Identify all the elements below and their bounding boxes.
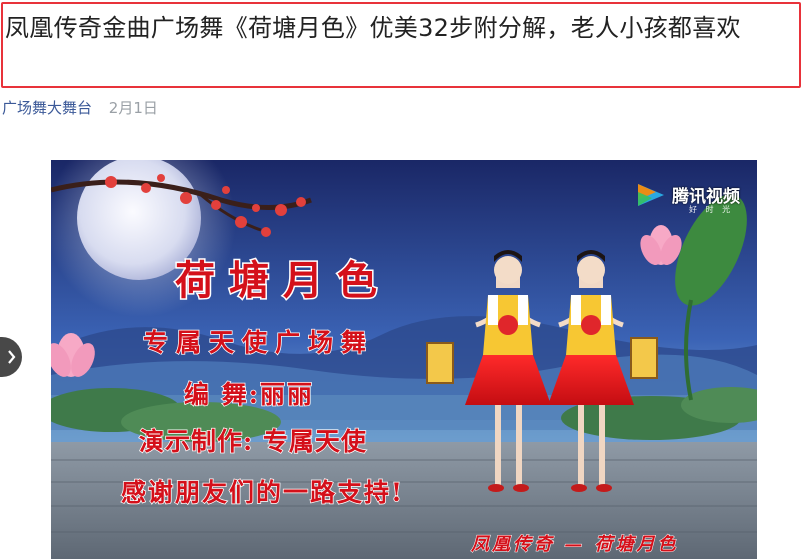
title-highlight-box: 凤凰传奇金曲广场舞《荷塘月色》优美32步附分解，老人小孩都喜欢 [1, 2, 801, 88]
video-subtitle: 凤凰传奇 — 荷塘月色 [471, 534, 679, 556]
author-link[interactable]: 广场舞大舞台 [2, 99, 92, 117]
logo-subtext: 好 时 光 [689, 205, 734, 214]
video-line-producer: 演示制作: 专属天使 [138, 426, 367, 457]
prev-video-button[interactable] [0, 337, 22, 377]
publish-date: 2月1日 [108, 99, 158, 117]
video-line-thanks: 感谢朋友们的一路支持! [120, 477, 404, 508]
video-player[interactable]: 荷塘月色 专属天使广场舞 编 舞:丽丽 演示制作: 专属天使 感谢朋友们的一路支… [51, 160, 757, 559]
video-line-team: 专属天使广场舞 [142, 327, 375, 358]
video-main-title: 荷塘月色 [174, 256, 391, 306]
article-meta: 广场舞大舞台 2月1日 [2, 96, 158, 120]
video-overlay-text: 荷塘月色 专属天使广场舞 编 舞:丽丽 演示制作: 专属天使 感谢朋友们的一路支… [51, 160, 757, 559]
chevron-left-icon [6, 349, 16, 365]
play-logo-icon [634, 182, 668, 212]
video-line-choreo: 编 舞:丽丽 [183, 379, 314, 410]
tencent-video-logo: 腾讯视频 好 时 光 [634, 182, 740, 214]
article-title: 凤凰传奇金曲广场舞《荷塘月色》优美32步附分解，老人小孩都喜欢 [5, 14, 741, 42]
